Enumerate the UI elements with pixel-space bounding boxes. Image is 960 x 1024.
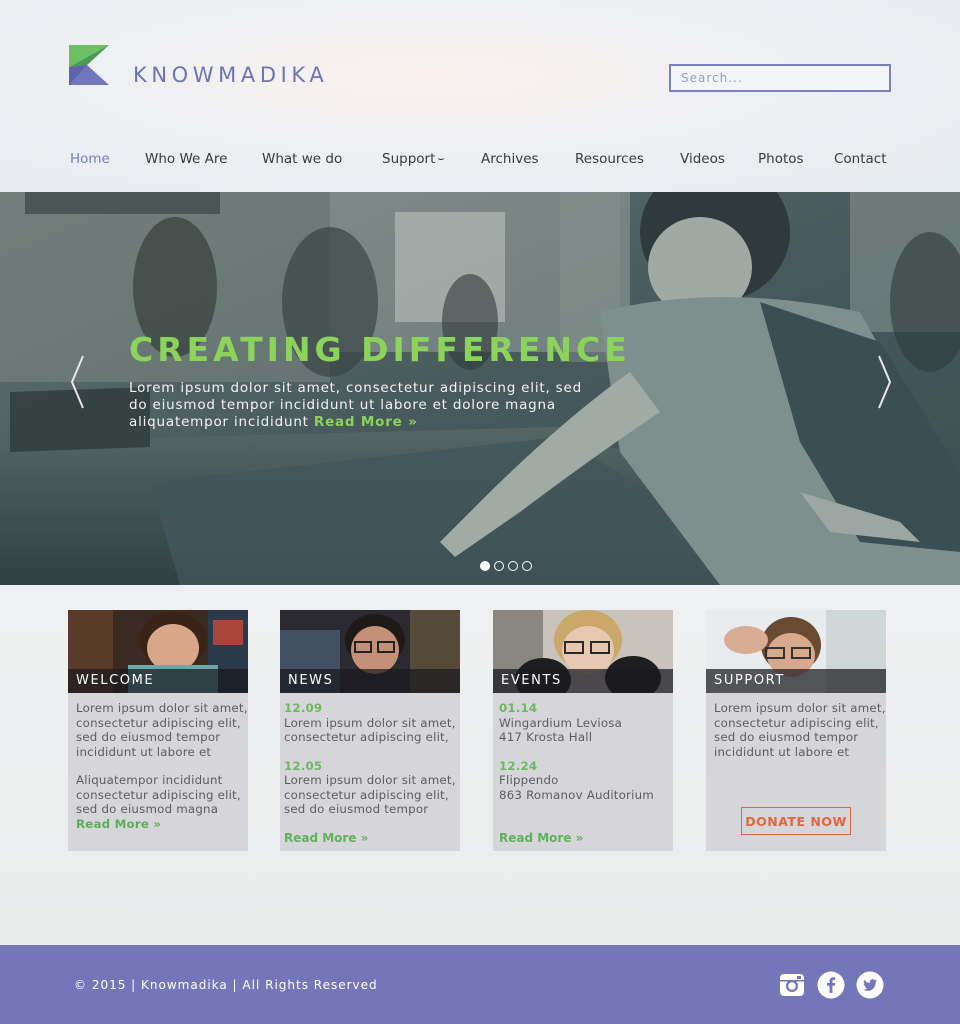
slide-dot-4[interactable] <box>522 561 532 571</box>
brand-name[interactable]: KNOWMADIKA <box>133 63 328 87</box>
event-item-2: 12.24 Flippendo 863 Romanov Auditorium <box>499 759 671 803</box>
welcome-card-label: WELCOME <box>68 669 248 693</box>
nav-resources[interactable]: Resources <box>575 151 644 167</box>
facebook-icon[interactable] <box>817 971 845 999</box>
support-card-label: SUPPORT <box>706 669 886 693</box>
news-item-2-text: Lorem ipsum dolor sit amet, consectetur … <box>284 773 456 816</box>
events-card-body: 01.14 Wingardium Leviosa 417 Krosta Hall… <box>499 701 671 816</box>
welcome-card-paragraph-1: Lorem ipsum dolor sit amet, consectetur … <box>76 701 248 759</box>
news-item-2-date: 12.05 <box>284 758 323 773</box>
event-item-1-location: 417 Krosta Hall <box>499 730 593 744</box>
news-item-1-date: 12.09 <box>284 701 323 715</box>
event-item-1-title: Wingardium Leviosa <box>499 715 623 730</box>
event-item-2-title: Flippendo <box>499 773 559 787</box>
copyright-text: © 2015 | Knowmadika | All Rights Reserve… <box>74 978 378 992</box>
support-card: SUPPORT Lorem ipsum dolor sit amet, cons… <box>706 610 886 851</box>
nav-archives[interactable]: Archives <box>481 151 539 167</box>
news-card: NEWS 12.09 Lorem ipsum dolor sit amet, c… <box>280 610 460 851</box>
site-footer: © 2015 | Knowmadika | All Rights Reserve… <box>0 945 960 1024</box>
chevron-left-icon <box>70 355 84 409</box>
hero-prev-arrow[interactable] <box>68 354 88 410</box>
events-read-more-link[interactable]: Read More » <box>499 831 583 845</box>
search-box[interactable] <box>669 64 891 92</box>
news-item-1: 12.09 Lorem ipsum dolor sit amet, consec… <box>284 701 456 745</box>
nav-support-label: Support <box>382 151 436 167</box>
nav-contact[interactable]: Contact <box>834 151 887 167</box>
instagram-icon[interactable] <box>778 971 806 999</box>
welcome-card-paragraph-2-text: Aliquatempor incididunt consectetur adip… <box>76 773 241 816</box>
hero-read-more-link[interactable]: Read More » <box>314 414 418 430</box>
news-item-1-text: Lorem ipsum dolor sit amet, consectetur … <box>284 715 456 745</box>
nav-support[interactable]: Support ⌣ <box>382 151 445 167</box>
nav-photos[interactable]: Photos <box>758 151 804 167</box>
site-header: KNOWMADIKA Home Who We Are What we do Su… <box>0 0 960 192</box>
slide-dot-1[interactable] <box>480 561 490 571</box>
welcome-read-more-link[interactable]: Read More » <box>76 817 161 831</box>
nav-videos[interactable]: Videos <box>680 151 725 167</box>
nav-what-we-do[interactable]: What we do <box>262 151 342 167</box>
donate-now-button[interactable]: DONATE NOW <box>741 807 851 835</box>
slide-dot-2[interactable] <box>494 561 504 571</box>
main-nav: Home Who We Are What we do Support ⌣ Arch… <box>0 151 960 169</box>
hero-text: Lorem ipsum dolor sit amet, consectetur … <box>129 380 599 431</box>
events-card-label: EVENTS <box>493 669 673 693</box>
nav-home[interactable]: Home <box>70 151 110 167</box>
event-item-1-date: 01.14 <box>499 701 538 715</box>
welcome-card-paragraph-2: Aliquatempor incididunt consectetur adip… <box>76 773 248 831</box>
news-card-label: NEWS <box>280 669 460 693</box>
hero-title: CREATING DIFFERENCE <box>129 330 631 369</box>
slider-pagination <box>480 561 540 573</box>
nav-who-we-are[interactable]: Who We Are <box>145 151 227 167</box>
news-item-2: 12.05 Lorem ipsum dolor sit amet, consec… <box>284 759 456 817</box>
twitter-icon[interactable] <box>856 971 884 999</box>
news-card-body: 12.09 Lorem ipsum dolor sit amet, consec… <box>284 701 456 831</box>
chevron-down-icon: ⌣ <box>437 152 445 165</box>
search-input[interactable] <box>671 66 889 90</box>
news-read-more-link[interactable]: Read More » <box>284 831 368 845</box>
knowmadika-logo[interactable] <box>69 45 109 85</box>
slide-dot-3[interactable] <box>508 561 518 571</box>
welcome-card: WELCOME Lorem ipsum dolor sit amet, cons… <box>68 610 248 851</box>
chevron-right-icon <box>878 355 892 409</box>
event-item-1: 01.14 Wingardium Leviosa 417 Krosta Hall <box>499 701 671 745</box>
support-card-paragraph: Lorem ipsum dolor sit amet, consectetur … <box>714 701 886 759</box>
hero-next-arrow[interactable] <box>874 354 894 410</box>
event-item-2-location: 863 Romanov Auditorium <box>499 787 654 802</box>
events-card: EVENTS 01.14 Wingardium Leviosa 417 Kros… <box>493 610 673 851</box>
event-item-2-date: 12.24 <box>499 758 538 773</box>
welcome-card-body: Lorem ipsum dolor sit amet, consectetur … <box>76 701 248 845</box>
support-card-body: Lorem ipsum dolor sit amet, consectetur … <box>714 701 886 773</box>
